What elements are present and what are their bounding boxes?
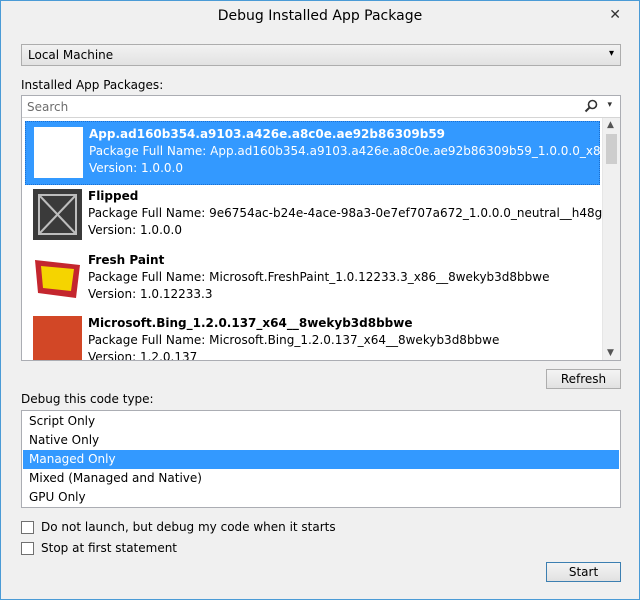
dialog-window: Debug Installed App Package ✕ Local Mach… (0, 0, 640, 600)
code-type-option[interactable]: Script Only (23, 412, 619, 431)
code-type-option[interactable]: Mixed (Managed and Native) (23, 469, 619, 488)
package-item[interactable]: Flipped Package Full Name: 9e6754ac-b24e… (25, 184, 602, 246)
code-type-option[interactable]: Managed Only (23, 450, 619, 469)
search-bar[interactable]: Search ▾ (22, 96, 620, 118)
orange-tile-icon (33, 316, 82, 360)
do-not-launch-checkbox[interactable] (21, 521, 34, 534)
package-version: Version: 1.0.12233.3 (88, 287, 213, 301)
code-type-option[interactable]: Native Only (23, 431, 619, 450)
package-item[interactable]: Fresh Paint Package Full Name: Microsoft… (25, 248, 600, 310)
code-type-option[interactable]: GPU Only (23, 488, 619, 507)
package-name: Flipped (88, 189, 139, 203)
package-full-name: Package Full Name: 9e6754ac-b24e-4ace-98… (88, 206, 602, 220)
package-name: Fresh Paint (88, 253, 165, 267)
package-list-scrollbar[interactable]: ▲ ▼ (602, 118, 620, 360)
fresh-paint-icon (33, 253, 82, 304)
stop-first-statement-checkbox[interactable] (21, 542, 34, 555)
search-icon[interactable] (584, 99, 598, 117)
package-version: Version: 1.0.0.0 (88, 223, 182, 237)
package-name: App.ad160b354.a9103.a426e.a8c0e.ae92b863… (89, 127, 446, 141)
scroll-down-icon[interactable]: ▼ (607, 348, 614, 358)
code-type-list: Script Only Native Only Managed Only Mix… (21, 410, 621, 508)
package-full-name: Package Full Name: App.ad160b354.a9103.a… (89, 144, 602, 158)
stop-first-statement-label: Stop at first statement (41, 541, 178, 555)
package-version: Version: 1.0.0.0 (89, 161, 183, 175)
package-full-name: Package Full Name: Microsoft.FreshPaint_… (88, 270, 550, 284)
window-title: Debug Installed App Package (217, 8, 423, 24)
crossed-box-icon (33, 189, 82, 240)
close-icon[interactable]: ✕ (609, 7, 621, 23)
package-version: Version: 1.2.0.137 (88, 350, 198, 360)
scroll-up-icon[interactable]: ▲ (607, 120, 614, 130)
package-full-name: Package Full Name: Microsoft.Bing_1.2.0.… (88, 333, 500, 347)
chevron-down-icon: ▾ (608, 48, 614, 59)
package-name: Microsoft.Bing_1.2.0.137_x64__8wekyb3d8b… (88, 316, 413, 330)
start-button[interactable]: Start (546, 562, 621, 582)
target-machine-value: Local Machine (28, 48, 114, 62)
blank-tile-icon (34, 127, 83, 178)
refresh-button[interactable]: Refresh (546, 369, 621, 389)
search-input[interactable]: Search (27, 100, 68, 114)
package-item[interactable]: App.ad160b354.a9103.a426e.a8c0e.ae92b863… (25, 121, 602, 185)
title-bar: Debug Installed App Package ✕ (1, 1, 639, 32)
do-not-launch-label: Do not launch, but debug my code when it… (41, 520, 336, 534)
code-type-label: Debug this code type: (21, 392, 154, 406)
do-not-launch-option[interactable]: Do not launch, but debug my code when it… (21, 520, 336, 536)
scroll-thumb[interactable] (606, 134, 617, 164)
package-list: App.ad160b354.a9103.a426e.a8c0e.ae92b863… (22, 118, 602, 360)
installed-packages-label: Installed App Packages: (21, 78, 164, 92)
package-item[interactable]: Microsoft.Bing_1.2.0.137_x64__8wekyb3d8b… (25, 311, 600, 360)
search-dropdown-icon[interactable]: ▾ (607, 100, 612, 110)
stop-first-statement-option[interactable]: Stop at first statement (21, 541, 221, 557)
package-list-box: Search ▾ App.ad160b354.a9103.a426e.a8c0e… (21, 95, 621, 361)
target-machine-combo[interactable]: Local Machine ▾ (21, 44, 621, 66)
